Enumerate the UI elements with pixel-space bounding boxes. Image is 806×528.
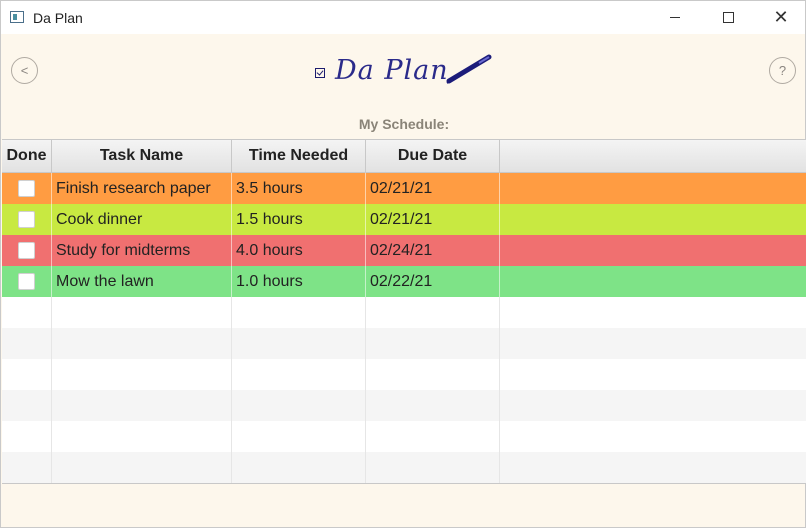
logo-text: Da Plan	[335, 55, 449, 86]
minimize-button[interactable]	[652, 1, 698, 34]
empty-row	[2, 390, 806, 421]
column-header-filler	[500, 140, 806, 172]
done-checkbox[interactable]	[18, 180, 35, 197]
table-row[interactable]: Finish research paper 3.5 hours 02/21/21	[2, 173, 806, 204]
task-name-cell: Study for midterms	[52, 235, 232, 266]
app-window: Da Plan ✕ < ? Da Plan My Schedule: Done …	[0, 0, 806, 528]
task-name-cell: Cook dinner	[52, 204, 232, 235]
schedule-table: Done Task Name Time Needed Due Date Fini…	[2, 139, 806, 484]
done-cell	[2, 173, 52, 204]
empty-row	[2, 452, 806, 483]
back-button[interactable]: <	[11, 57, 38, 84]
filler-cell	[500, 204, 806, 235]
table-row[interactable]: Mow the lawn 1.0 hours 02/22/21	[2, 266, 806, 297]
title-bar: Da Plan ✕	[1, 1, 805, 34]
column-header-done[interactable]: Done	[2, 140, 52, 172]
app-icon	[10, 11, 24, 23]
due-date-cell: 02/21/21	[366, 204, 500, 235]
task-name-cell: Finish research paper	[52, 173, 232, 204]
column-header-due-date[interactable]: Due Date	[366, 140, 500, 172]
checkbox-icon	[315, 68, 325, 78]
schedule-heading: My Schedule:	[358, 116, 450, 132]
filler-cell	[500, 266, 806, 297]
done-cell	[2, 235, 52, 266]
done-cell	[2, 266, 52, 297]
maximize-button[interactable]	[705, 1, 751, 34]
due-date-cell: 02/24/21	[366, 235, 500, 266]
empty-row	[2, 328, 806, 359]
empty-row	[2, 421, 806, 452]
time-needed-cell: 1.5 hours	[232, 204, 366, 235]
done-checkbox[interactable]	[18, 242, 35, 259]
pen-icon	[446, 54, 492, 84]
help-button[interactable]: ?	[769, 57, 796, 84]
task-name-cell: Mow the lawn	[52, 266, 232, 297]
filler-cell	[500, 235, 806, 266]
column-header-time-needed[interactable]: Time Needed	[232, 140, 366, 172]
done-cell	[2, 204, 52, 235]
due-date-cell: 02/21/21	[366, 173, 500, 204]
time-needed-cell: 4.0 hours	[232, 235, 366, 266]
window-title: Da Plan	[33, 10, 83, 26]
table-header: Done Task Name Time Needed Due Date	[2, 140, 806, 173]
empty-row	[2, 297, 806, 328]
empty-row	[2, 359, 806, 390]
table-row[interactable]: Cook dinner 1.5 hours 02/21/21	[2, 204, 806, 235]
time-needed-cell: 1.0 hours	[232, 266, 366, 297]
time-needed-cell: 3.5 hours	[232, 173, 366, 204]
close-button[interactable]: ✕	[758, 1, 804, 34]
app-logo: Da Plan	[315, 53, 495, 93]
filler-cell	[500, 173, 806, 204]
done-checkbox[interactable]	[18, 211, 35, 228]
done-checkbox[interactable]	[18, 273, 35, 290]
due-date-cell: 02/22/21	[366, 266, 500, 297]
column-header-task-name[interactable]: Task Name	[52, 140, 232, 172]
table-row[interactable]: Study for midterms 4.0 hours 02/24/21	[2, 235, 806, 266]
